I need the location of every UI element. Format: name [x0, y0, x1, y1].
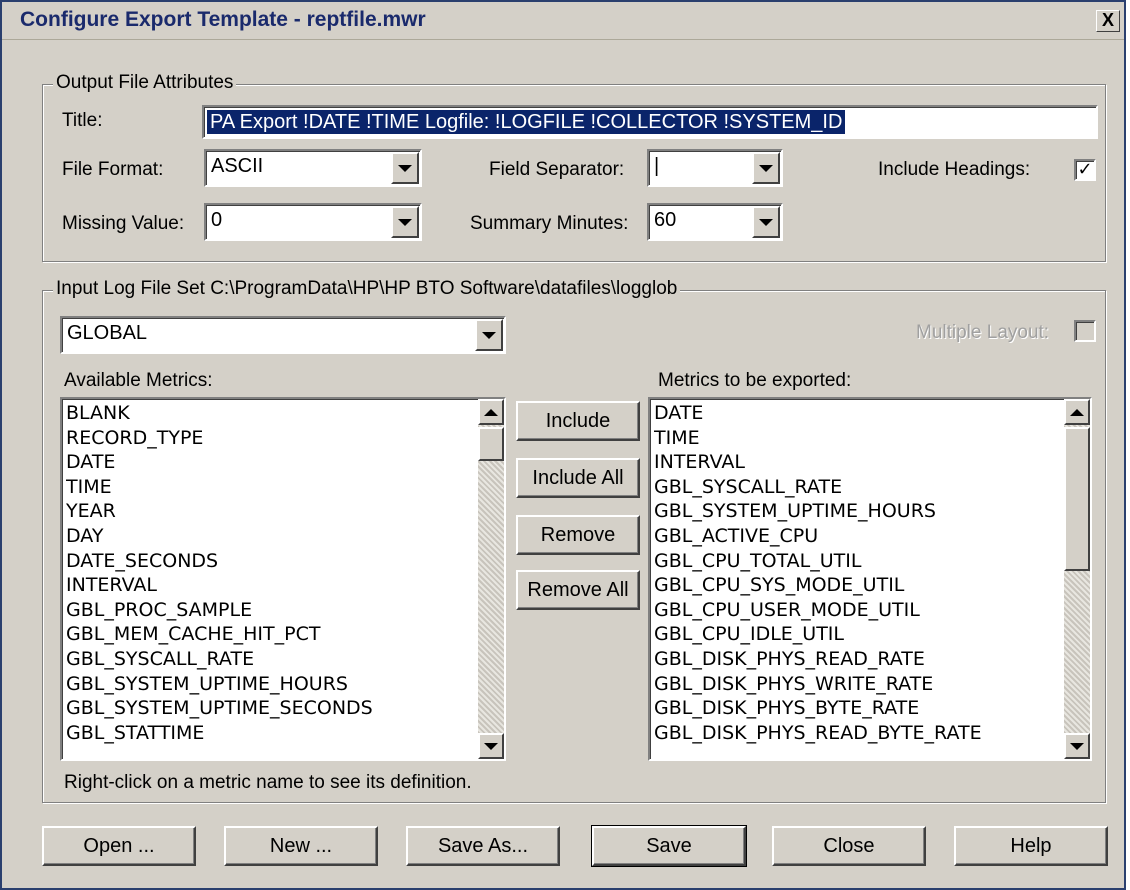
- list-item[interactable]: INTERVAL: [654, 450, 1060, 475]
- scroll-up-icon[interactable]: [1064, 399, 1090, 425]
- file-format-value: ASCII: [211, 155, 264, 177]
- list-item[interactable]: GBL_MEM_CACHE_HIT_PCT: [66, 622, 474, 647]
- available-metrics-list[interactable]: BLANK RECORD_TYPE DATE TIME YEAR DAY DATE_SECO…: [60, 397, 506, 761]
- scroll-up-icon[interactable]: [478, 399, 504, 425]
- list-item[interactable]: GBL_DISK_PHYS_READ_BYTE_RATE: [654, 721, 1060, 746]
- open-button[interactable]: Open ...: [42, 826, 196, 866]
- exported-metrics-label: Metrics to be exported:: [658, 370, 852, 391]
- list-item[interactable]: DATE_SECONDS: [66, 549, 474, 574]
- list-item[interactable]: GBL_CPU_TOTAL_UTIL: [654, 549, 1060, 574]
- input-group-label: Input Log File Set C:\ProgramData\HP\HP …: [53, 278, 681, 300]
- available-metrics-label: Available Metrics:: [64, 370, 213, 391]
- metric-class-value: GLOBAL: [67, 322, 148, 344]
- chevron-down-icon[interactable]: [752, 206, 780, 238]
- exported-metrics-scrollbar[interactable]: [1064, 399, 1090, 759]
- list-item[interactable]: RECORD_TYPE: [66, 426, 474, 451]
- exported-metrics-items: DATE TIME INTERVAL GBL_SYSCALL_RATE GBL_SYST…: [654, 401, 1060, 745]
- missing-value-label: Missing Value:: [62, 213, 185, 234]
- metric-class-select[interactable]: GLOBAL: [60, 316, 506, 354]
- title-input-value: PA Export !DATE !TIME Logfile: !LOGFILE …: [207, 110, 846, 134]
- window-title: Configure Export Template - reptfile.mwr: [20, 8, 426, 31]
- save-button[interactable]: Save: [591, 825, 747, 867]
- multiple-layout-label: Multiple Layout:: [916, 322, 1050, 343]
- list-item[interactable]: GBL_SYSCALL_RATE: [66, 647, 474, 672]
- list-item[interactable]: INTERVAL: [66, 573, 474, 598]
- scroll-down-icon[interactable]: [1064, 733, 1090, 759]
- chevron-down-icon[interactable]: [475, 319, 503, 351]
- summary-minutes-label: Summary Minutes:: [470, 213, 629, 234]
- file-format-label: File Format:: [62, 159, 164, 180]
- list-item[interactable]: GBL_SYSTEM_UPTIME_HOURS: [654, 499, 1060, 524]
- list-item[interactable]: YEAR: [66, 499, 474, 524]
- list-item[interactable]: GBL_DISK_PHYS_WRITE_RATE: [654, 672, 1060, 697]
- include-headings-label: Include Headings:: [878, 159, 1031, 180]
- scroll-down-icon[interactable]: [478, 733, 504, 759]
- list-item[interactable]: DAY: [66, 524, 474, 549]
- exported-metrics-list[interactable]: DATE TIME INTERVAL GBL_SYSCALL_RATE GBL_SYST…: [648, 397, 1092, 761]
- missing-value-value: 0: [211, 209, 223, 231]
- close-icon[interactable]: X: [1096, 10, 1120, 32]
- title-input[interactable]: PA Export !DATE !TIME Logfile: !LOGFILE …: [202, 105, 1098, 139]
- list-item[interactable]: GBL_DISK_PHYS_BYTE_RATE: [654, 696, 1060, 721]
- help-button[interactable]: Help: [954, 826, 1108, 866]
- missing-value-select[interactable]: 0: [204, 203, 422, 241]
- remove-button[interactable]: Remove: [516, 515, 640, 555]
- list-item[interactable]: GBL_CPU_IDLE_UTIL: [654, 622, 1060, 647]
- chevron-down-icon[interactable]: [391, 152, 419, 184]
- summary-minutes-select[interactable]: 60: [647, 203, 783, 241]
- file-format-select[interactable]: ASCII: [204, 149, 422, 187]
- title-bar: Configure Export Template - reptfile.mwr…: [2, 2, 1124, 40]
- list-item[interactable]: GBL_CPU_USER_MODE_UTIL: [654, 598, 1060, 623]
- list-item[interactable]: GBL_SYSTEM_UPTIME_SECONDS: [66, 696, 474, 721]
- list-item[interactable]: BLANK: [66, 401, 474, 426]
- metric-definition-hint: Right-click on a metric name to see its …: [64, 772, 472, 793]
- list-item[interactable]: DATE: [66, 450, 474, 475]
- available-metrics-scrollbar[interactable]: [478, 399, 504, 759]
- summary-minutes-value: 60: [654, 209, 677, 231]
- list-item[interactable]: TIME: [654, 426, 1060, 451]
- list-item[interactable]: GBL_STATTIME: [66, 721, 474, 746]
- list-item[interactable]: GBL_PROC_SAMPLE: [66, 598, 474, 623]
- new-button[interactable]: New ...: [224, 826, 378, 866]
- close-button[interactable]: Close: [772, 826, 926, 866]
- available-metrics-items: BLANK RECORD_TYPE DATE TIME YEAR DAY DATE_SECO…: [66, 401, 474, 745]
- export-template-dialog: Configure Export Template - reptfile.mwr…: [0, 0, 1126, 890]
- field-separator-select[interactable]: |: [647, 149, 783, 187]
- include-button[interactable]: Include: [516, 401, 640, 441]
- output-group-label: Output File Attributes: [53, 72, 237, 94]
- list-item[interactable]: GBL_CPU_SYS_MODE_UTIL: [654, 573, 1060, 598]
- list-item[interactable]: DATE: [654, 401, 1060, 426]
- scroll-thumb[interactable]: [1064, 427, 1090, 571]
- scroll-thumb[interactable]: [478, 427, 504, 461]
- list-item[interactable]: GBL_SYSCALL_RATE: [654, 475, 1060, 500]
- save-as-button[interactable]: Save As...: [406, 826, 560, 866]
- list-item[interactable]: GBL_ACTIVE_CPU: [654, 524, 1060, 549]
- list-item[interactable]: GBL_SYSTEM_UPTIME_HOURS: [66, 672, 474, 697]
- include-headings-checkbox[interactable]: ✓: [1074, 159, 1096, 181]
- remove-all-button[interactable]: Remove All: [516, 570, 640, 610]
- list-item[interactable]: TIME: [66, 475, 474, 500]
- chevron-down-icon[interactable]: [391, 206, 419, 238]
- field-separator-value: |: [654, 155, 660, 177]
- multiple-layout-checkbox[interactable]: [1074, 320, 1096, 342]
- include-all-button[interactable]: Include All: [516, 458, 640, 498]
- list-item[interactable]: GBL_DISK_PHYS_READ_RATE: [654, 647, 1060, 672]
- title-label: Title:: [62, 110, 103, 131]
- chevron-down-icon[interactable]: [752, 152, 780, 184]
- field-separator-label: Field Separator:: [489, 159, 625, 180]
